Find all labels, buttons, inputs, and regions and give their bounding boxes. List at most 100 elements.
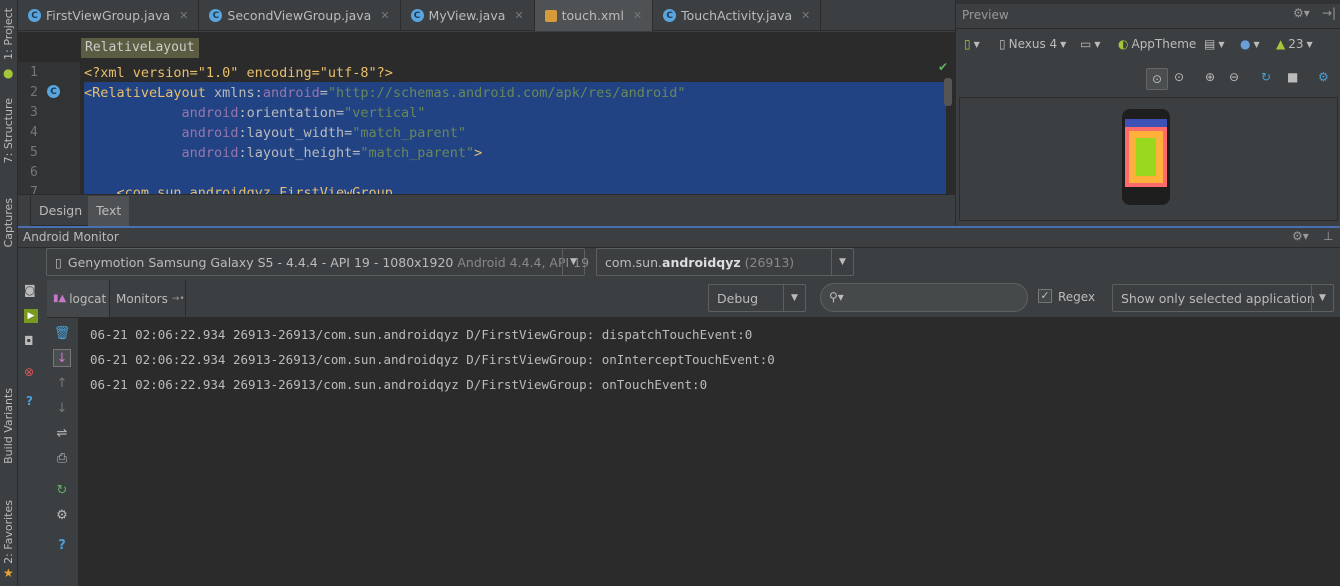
class-gutter-icon[interactable]: C [47,85,60,98]
chevron-down-icon: ▼ [1060,39,1067,49]
project-tool-button[interactable]: 1: Project [2,8,15,60]
tab-monitors[interactable]: Monitors →• [110,280,186,317]
refresh-icon[interactable]: ↻ [1261,70,1271,84]
camera-icon[interactable]: ■ [1287,70,1298,84]
device-select[interactable]: ▯ Nexus 4 ▼ [999,37,1066,51]
theme-icon: ◐ [1118,37,1129,51]
locale-button[interactable]: ● ▼ [1240,37,1260,51]
captures-tool-button[interactable]: Captures [2,198,15,247]
phone-preview [1122,109,1170,205]
chevron-down-icon: ▼ [783,285,805,311]
settings-icon[interactable]: ⚙ [1318,70,1329,84]
scroll-to-end-icon[interactable]: ↓ [53,349,71,367]
tab-myview[interactable]: C MyView.java ✕ [401,0,535,31]
android-monitor-header: Android Monitor ⚙▾ ⊥ [18,226,1340,248]
screen-capture-icon[interactable]: ◘ [24,334,34,348]
soft-wrap-icon[interactable]: ⇌ [53,424,71,442]
code-text: android [262,85,320,101]
code-line-4: android:layout_width="match_parent" [84,123,467,143]
up-arrow-icon[interactable]: ↑ [53,374,71,392]
structure-tool-button[interactable]: 7: Structure [2,98,15,163]
close-icon[interactable]: ✕ [514,9,523,22]
star-icon: ★ [3,566,14,580]
editor-tabs: C FirstViewGroup.java ✕ C SecondViewGroup.j… [18,0,955,31]
device-config-button[interactable]: ▯ ▼ [964,37,980,51]
hide-panel-icon[interactable]: →| [1322,6,1336,20]
monitor-side-toolbar: ◙ ▶ ◘ ⊗ ? [18,279,45,586]
down-arrow-icon[interactable]: ↓ [53,399,71,417]
gear-icon[interactable]: ⚙▾ [1293,6,1310,20]
log-line: 06-21 02:06:22.934 26913-26913/com.sun.a… [90,352,775,367]
filter-label: Show only selected application [1121,290,1315,306]
preview-canvas[interactable] [959,97,1338,221]
device-select[interactable]: ▯ Genymotion Samsung Galaxy S5 - 4.4.4 -… [46,248,589,276]
chevron-down-icon: ▼ [1094,39,1101,49]
code-text: "match_parent" [352,125,467,141]
activity-button[interactable]: ▤ ▼ [1204,37,1225,51]
code-text: <RelativeLayout [84,85,215,101]
code-text: android [181,105,239,121]
chevron-down-icon: ▼ [1253,39,1260,49]
tool-window-stripe: 1: Project ● 7: Structure Captures Build… [0,0,18,586]
help-icon[interactable]: ? [26,394,33,408]
minimize-icon[interactable]: ⊥ [1323,229,1333,243]
terminate-icon[interactable]: ⊗ [24,365,34,379]
orientation-button[interactable]: ▭ ▼ [1080,37,1101,51]
code-text: = [319,85,328,101]
tab-label: TouchActivity.java [681,8,793,23]
trash-icon[interactable]: 🗑 [53,324,71,342]
api-label: 23 [1288,37,1304,51]
tab-label: logcat [69,291,107,306]
xml-file-icon [544,9,557,22]
breadcrumb[interactable]: RelativeLayout [81,38,199,58]
code-text: xmlns: [214,85,263,101]
zoom-actual-icon[interactable]: ⊙ [1174,70,1184,84]
zoom-in-icon[interactable]: ⊕ [1205,70,1215,84]
regex-checkbox[interactable]: ✓ [1038,289,1052,303]
tab-firstviewgroup[interactable]: C FirstViewGroup.java ✕ [18,0,200,31]
search-input[interactable]: ⚲▾ [820,283,1028,312]
close-icon[interactable]: ✕ [179,9,188,22]
close-icon[interactable]: ✕ [380,9,389,22]
restart-icon[interactable]: ↻ [53,481,71,499]
phone-icon: ▯ [999,37,1006,51]
filter-select[interactable]: Show only selected application ▼ [1112,284,1334,312]
process-select[interactable]: com.sun. androidqyz (26913) ▼ [596,248,854,276]
theme-select[interactable]: ◐ AppTheme [1118,37,1196,51]
print-icon[interactable]: ⎙ [53,449,71,467]
line-number: 6 [30,165,38,180]
tab-secondviewgroup[interactable]: C SecondViewGroup.java ✕ [199,0,401,31]
globe-icon: ● [1240,37,1251,51]
scrollbar[interactable] [944,78,952,106]
close-icon[interactable]: ✕ [801,9,810,22]
tab-text[interactable]: Text [88,196,130,226]
tab-label: touch.xml [561,8,624,23]
tab-touchactivity[interactable]: C TouchActivity.java ✕ [653,0,822,31]
zoom-out-icon[interactable]: ⊖ [1229,70,1239,84]
help-icon[interactable]: ? [53,536,71,554]
divider [956,28,1340,29]
close-icon[interactable]: ✕ [633,9,642,22]
gear-icon[interactable]: ⚙▾ [1292,229,1309,243]
code-text: android [181,125,239,141]
log-level-select[interactable]: Debug ▼ [708,284,806,312]
tab-logcat[interactable]: ▮▲ logcat [47,280,110,317]
chevron-down-icon: ▼ [1311,285,1333,311]
tab-label: Monitors [116,291,168,306]
code-text: "http://schemas.android.com/apk/res/andr… [327,85,686,101]
api-select[interactable]: ▲ 23 ▼ [1276,37,1313,51]
code-line-3: android:orientation="vertical" [84,103,426,123]
settings-icon[interactable]: ⚙ [53,506,71,524]
record-icon[interactable]: ▶ [24,309,38,323]
tab-design[interactable]: Design [30,196,92,226]
log-output[interactable]: 06-21 02:06:22.934 26913-26913/com.sun.a… [78,318,1340,586]
build-variants-tool-button[interactable]: Build Variants [2,388,15,464]
zoom-fit-icon[interactable]: ⊙ [1146,68,1168,90]
favorites-tool-button[interactable]: 2: Favorites [2,500,15,564]
code-line-7: <com.sun.androidqyz.FirstViewGroup [84,183,393,194]
my-view [1136,138,1156,176]
camera-icon[interactable]: ◙ [24,283,36,297]
chevron-down-icon: ▼ [831,249,853,275]
tab-touch-xml[interactable]: touch.xml ✕ [534,0,654,31]
